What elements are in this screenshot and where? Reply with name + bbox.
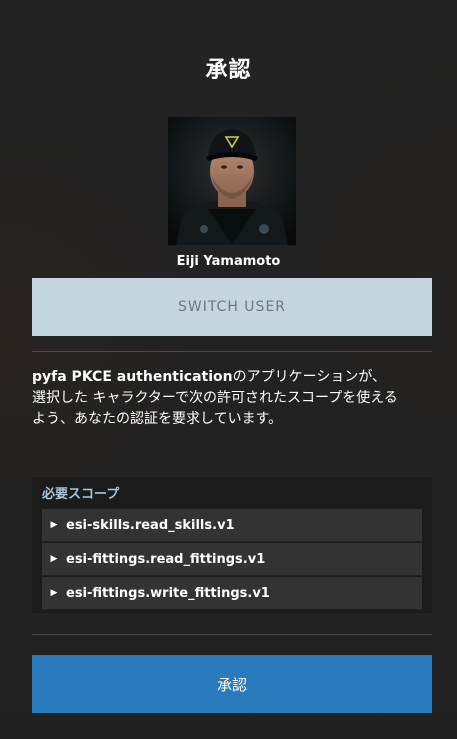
approve-button[interactable]: 承認 [32, 655, 432, 713]
character-portrait-image [168, 117, 296, 245]
caret-right-icon: ▶ [50, 520, 58, 530]
scope-item[interactable]: ▶ esi-fittings.write_fittings.v1 [42, 577, 422, 610]
scopes-box: 必要スコープ ▶ esi-skills.read_skills.v1 ▶ esi… [32, 477, 432, 613]
authorization-description: pyfa PKCE authenticationのアプリケーションが、 選択した… [32, 367, 402, 430]
sso-page: 承認 Eiji Yamamoto SWITCH USER pyfa PKCE a… [0, 0, 457, 739]
scope-label: esi-fittings.write_fittings.v1 [66, 585, 270, 601]
divider-bottom [32, 634, 432, 635]
scope-item[interactable]: ▶ esi-fittings.read_fittings.v1 [42, 543, 422, 576]
scopes-heading: 必要スコープ [42, 487, 120, 502]
caret-right-icon: ▶ [50, 554, 58, 564]
character-portrait [168, 117, 296, 245]
scope-item[interactable]: ▶ esi-skills.read_skills.v1 [42, 509, 422, 542]
application-name: pyfa PKCE authentication [32, 369, 233, 385]
divider-top [32, 351, 432, 352]
scope-label: esi-fittings.read_fittings.v1 [66, 551, 266, 567]
character-name: Eiji Yamamoto [176, 254, 281, 269]
switch-user-button[interactable]: SWITCH USER [32, 278, 432, 336]
caret-right-icon: ▶ [50, 588, 58, 598]
auth-panel: 承認 Eiji Yamamoto SWITCH USER pyfa PKCE a… [0, 0, 457, 739]
scope-label: esi-skills.read_skills.v1 [66, 517, 235, 533]
page-title: 承認 [205, 58, 252, 83]
